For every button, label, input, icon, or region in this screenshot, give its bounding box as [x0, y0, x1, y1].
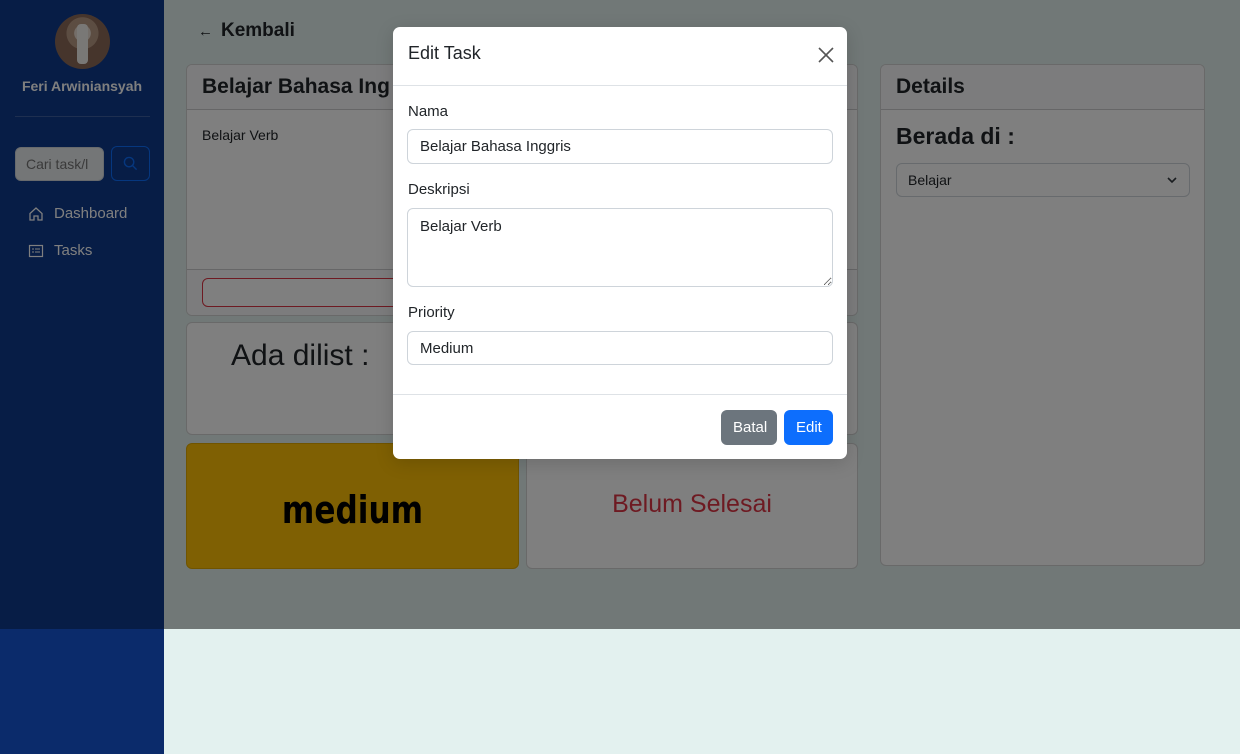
modal-footer: Batal Edit: [393, 394, 847, 459]
close-icon[interactable]: [817, 46, 835, 64]
name-field[interactable]: [407, 129, 833, 164]
modal-title: Edit Task: [408, 43, 481, 63]
cancel-button[interactable]: Batal: [721, 410, 777, 445]
priority-label: Priority: [408, 304, 455, 321]
description-label: Deskripsi: [408, 181, 470, 198]
priority-field[interactable]: [407, 331, 833, 365]
description-field[interactable]: Belajar Verb: [407, 208, 833, 287]
modal-body: Nama Deskripsi Belajar Verb Priority: [393, 86, 847, 394]
name-label: Nama: [408, 103, 449, 120]
modal-header: Edit Task: [393, 27, 847, 86]
edit-task-modal: Edit Task Nama Deskripsi Belajar Verb Pr…: [393, 27, 847, 459]
page-lower-area: [164, 629, 1240, 754]
edit-button[interactable]: Edit: [784, 410, 833, 445]
